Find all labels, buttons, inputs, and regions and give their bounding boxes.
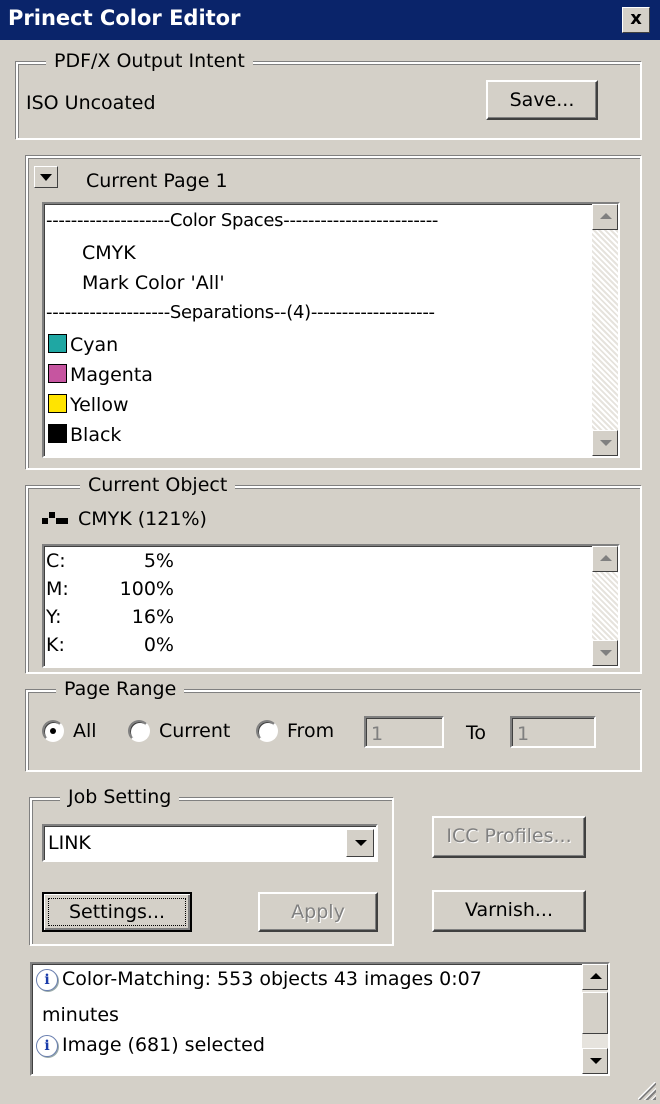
separation-label: Magenta xyxy=(70,364,153,386)
color-list-scrollbar[interactable] xyxy=(592,204,618,456)
page-range-legend: Page Range xyxy=(56,678,185,700)
to-page-input[interactable]: 1 xyxy=(510,716,596,748)
color-spaces-separator: --------------------Color Spaces--------… xyxy=(46,210,439,231)
to-label: To xyxy=(466,722,487,744)
log-scrollbar[interactable] xyxy=(582,964,608,1074)
job-setting-legend: Job Setting xyxy=(60,786,180,808)
color-list[interactable]: --------------------Color Spaces--------… xyxy=(42,202,620,458)
radio-all[interactable]: All xyxy=(42,720,97,742)
resize-grip[interactable] xyxy=(638,1082,656,1100)
scroll-thumb[interactable] xyxy=(582,992,608,1034)
separation-label: Black xyxy=(70,424,122,446)
radio-all-label: All xyxy=(73,720,97,742)
values-scrollbar[interactable] xyxy=(592,546,618,666)
info-icon: i xyxy=(36,968,58,991)
arrow-up-icon xyxy=(600,555,612,561)
save-button[interactable]: Save... xyxy=(486,80,598,120)
window-title: Prinect Color Editor xyxy=(8,6,241,30)
scroll-up-button[interactable] xyxy=(592,204,618,230)
varnish-button[interactable]: Varnish... xyxy=(432,890,586,932)
message-log[interactable]: i Color-Matching: 553 objects 43 images 0… xyxy=(30,962,610,1076)
current-object-label: CMYK (121%) xyxy=(78,508,207,530)
separation-label: Cyan xyxy=(70,334,119,356)
channel-value: 16% xyxy=(131,606,174,628)
apply-button[interactable]: Apply xyxy=(258,892,378,932)
scroll-up-button[interactable] xyxy=(592,546,618,572)
scroll-down-button[interactable] xyxy=(582,1048,608,1074)
separation-item-magenta[interactable]: Magenta xyxy=(48,364,153,386)
close-button[interactable]: x xyxy=(622,7,650,33)
cyan-swatch xyxy=(48,334,67,353)
output-intent-legend: PDF/X Output Intent xyxy=(46,50,253,72)
arrow-down-icon xyxy=(590,1058,602,1064)
job-setting-value: LINK xyxy=(48,832,91,854)
log-entry-continuation: minutes xyxy=(42,1004,119,1026)
radio-from-label: From xyxy=(287,720,335,742)
output-intent-value: ISO Uncoated xyxy=(26,92,156,114)
focus-ring xyxy=(48,898,186,926)
current-object-group: Current Object CMYK (121%) C: 5% M: 100% Y… xyxy=(26,474,642,674)
separation-item-yellow[interactable]: Yellow xyxy=(48,394,129,416)
color-space-item[interactable]: Mark Color 'All' xyxy=(82,272,225,294)
black-swatch xyxy=(48,424,67,443)
color-space-item[interactable]: CMYK xyxy=(82,242,136,264)
radio-from[interactable]: From xyxy=(256,720,334,742)
scroll-down-button[interactable] xyxy=(592,430,618,456)
log-text: Image (681) selected xyxy=(62,1034,265,1056)
channel-label: M: xyxy=(46,578,69,600)
cmyk-icon xyxy=(42,512,68,526)
from-page-input[interactable]: 1 xyxy=(364,716,444,748)
channel-value: 0% xyxy=(143,634,174,656)
separation-item-cyan[interactable]: Cyan xyxy=(48,334,118,356)
current-page-header: Current Page 1 xyxy=(86,170,228,192)
output-intent-group: PDF/X Output Intent ISO Uncoated Save... xyxy=(16,50,642,140)
arrow-down-icon xyxy=(600,650,612,656)
log-entry: i Color-Matching: 553 objects 43 images 0… xyxy=(36,968,482,991)
arrow-up-icon xyxy=(600,213,612,219)
channel-value: 100% xyxy=(119,578,174,600)
value-row-k: K: 0% xyxy=(46,634,174,656)
settings-button[interactable]: Settings... xyxy=(42,892,192,932)
separations-separator: --------------------Separations--(4)----… xyxy=(46,302,435,323)
radio-from-indicator xyxy=(256,720,278,742)
chevron-down-icon xyxy=(355,840,367,846)
channel-label: C: xyxy=(46,550,66,572)
yellow-swatch xyxy=(48,394,67,413)
job-setting-group: Job Setting LINK Settings... Apply xyxy=(30,786,394,946)
log-text: Color-Matching: 553 objects 43 images 0:… xyxy=(62,968,482,990)
scroll-up-button[interactable] xyxy=(582,964,608,990)
current-object-legend: Current Object xyxy=(80,474,236,496)
value-row-c: C: 5% xyxy=(46,550,174,572)
log-entry: i Image (681) selected xyxy=(36,1034,265,1057)
title-bar: Prinect Color Editor x xyxy=(0,0,660,40)
radio-current-indicator xyxy=(128,720,150,742)
radio-current-label: Current xyxy=(159,720,231,742)
object-values-list[interactable]: C: 5% M: 100% Y: 16% K: 0% xyxy=(42,544,620,668)
arrow-up-icon xyxy=(590,973,602,979)
separation-item-black[interactable]: Black xyxy=(48,424,121,446)
info-icon: i xyxy=(36,1034,58,1057)
channel-value: 5% xyxy=(143,550,174,572)
radio-all-indicator xyxy=(42,720,64,742)
triangle-down-icon xyxy=(40,174,52,181)
arrow-down-icon xyxy=(600,440,612,446)
icc-profiles-button[interactable]: ICC Profiles... xyxy=(432,816,586,858)
value-row-y: Y: 16% xyxy=(46,606,174,628)
channel-label: K: xyxy=(46,634,65,656)
current-page-group: Current Page 1 --------------------Color… xyxy=(26,156,642,470)
dropdown-button[interactable] xyxy=(346,829,374,857)
page-range-group: Page Range All Current From 1 To 1 xyxy=(26,678,642,772)
separation-label: Yellow xyxy=(70,394,129,416)
scroll-down-button[interactable] xyxy=(592,640,618,666)
radio-current[interactable]: Current xyxy=(128,720,230,742)
job-setting-dropdown[interactable]: LINK xyxy=(42,824,378,862)
value-row-m: M: 100% xyxy=(46,578,174,600)
magenta-swatch xyxy=(48,364,67,383)
channel-label: Y: xyxy=(46,606,62,628)
collapse-toggle[interactable] xyxy=(34,166,58,188)
